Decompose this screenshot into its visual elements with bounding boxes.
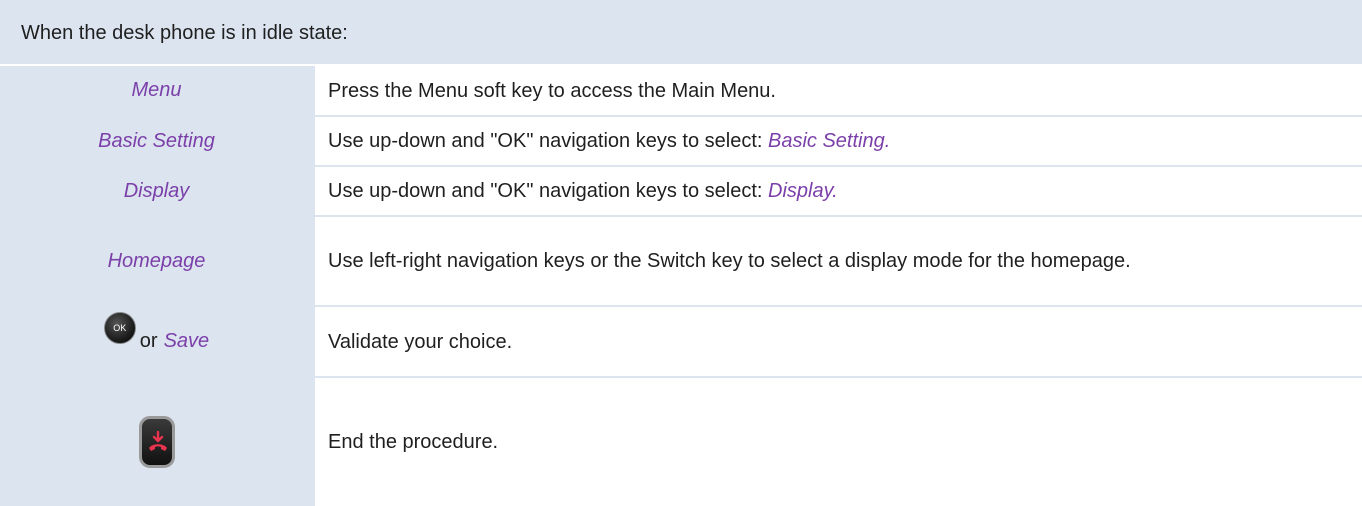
row-divider [0,165,1362,167]
step-description: Validate your choice. [328,330,513,353]
key-cell: Basic Setting [0,117,313,165]
key-cell: OK or Save [0,307,313,376]
save-softkey-label: Save [163,330,210,352]
step-description: Use left-right navigation keys or the Sw… [328,250,1131,272]
or-text: or [139,330,158,352]
key-cell: Menu [0,66,313,115]
step-description: Press the Menu soft key to access the Ma… [328,79,776,102]
hang-up-key-icon [138,416,175,468]
row-divider [0,215,1362,217]
key-cell: Homepage [0,217,313,305]
table-row: Menu Press the Menu soft key to access t… [0,66,1362,115]
table-header: When the desk phone is in idle state: [0,0,1362,66]
table-row: Homepage Use left-right navigation keys … [0,217,1362,305]
description-cell: Validate your choice. [315,307,1362,376]
step-description-text: Use up-down and "OK" navigation keys to … [328,180,768,202]
step-description: Use up-down and "OK" navigation keys to … [328,126,890,156]
description-cell: Use left-right navigation keys or the Sw… [315,217,1362,305]
step-description-emphasis: Basic Setting. [768,130,891,152]
description-cell: Use up-down and "OK" navigation keys to … [315,117,1362,165]
description-cell: Use up-down and "OK" navigation keys to … [315,167,1362,215]
step-description-emphasis: Display. [768,180,838,202]
key-cell [0,378,313,506]
step-description-text: Use up-down and "OK" navigation keys to … [328,130,768,152]
table-row: OK or Save Validate your choice. [0,307,1362,376]
row-divider [0,376,1362,378]
row-divider [0,305,1362,307]
table-row: End the procedure. [0,378,1362,506]
key-cell: Display [0,167,313,215]
step-description: Use up-down and "OK" navigation keys to … [328,176,838,206]
description-cell: Press the Menu soft key to access the Ma… [315,66,1362,115]
ok-key-icon: OK [103,311,136,344]
step-description: End the procedure. [328,431,499,453]
homepage-label: Homepage [107,249,206,272]
table-row: Basic Setting Use up-down and "OK" navig… [0,117,1362,165]
description-cell: End the procedure. [315,378,1362,506]
table-row: Display Use up-down and "OK" navigation … [0,167,1362,215]
row-divider [0,115,1362,117]
menu-softkey-label: Menu [131,79,182,101]
display-label: Display [123,179,190,202]
column-divider [313,66,315,506]
basic-setting-label: Basic Setting [98,129,215,152]
